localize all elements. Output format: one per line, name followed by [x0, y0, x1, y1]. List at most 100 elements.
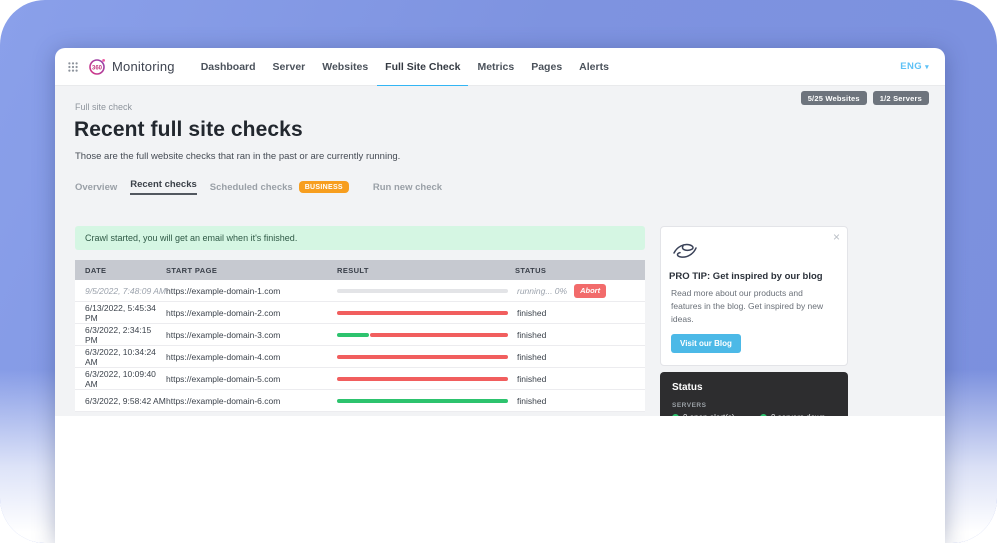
progress-segment	[337, 377, 508, 381]
status-groups: SERVERS0 open alert(s)0 servers downWEBS…	[672, 402, 836, 416]
status-item: 0 servers down	[760, 413, 836, 416]
row-date: 6/3/2022, 9:58:42 AM	[75, 396, 166, 406]
language-selector[interactable]: ENG ▾	[900, 61, 929, 72]
content-area: 5/25 Websites 1/2 Servers Full site chec…	[55, 86, 945, 416]
app-window: 360 Monitoring Dashboard Server Websites Fu…	[55, 48, 945, 543]
table-row: 6/3/2022, 9:58:42 AMhttps://example-doma…	[75, 390, 645, 412]
success-notification: Crawl started, you will get an email whe…	[75, 226, 645, 250]
row-result	[337, 311, 515, 315]
row-result	[337, 377, 515, 381]
svg-text:360: 360	[92, 65, 103, 71]
column-header-date: DATE	[75, 266, 166, 275]
progress-segment	[337, 355, 508, 359]
row-status-text: finished	[517, 330, 546, 340]
table-row: 6/3/2022, 10:09:40 AMhttps://example-dom…	[75, 368, 645, 390]
page-subtitle: Those are the full website checks that r…	[75, 151, 945, 162]
pro-tip-card: × PRO TIP: Get inspired by our blog Read…	[660, 226, 848, 366]
green-status-dot-icon	[672, 414, 679, 416]
nav-item-dashboard[interactable]: Dashboard	[201, 48, 256, 86]
status-card-title: Status	[672, 382, 836, 393]
progress-bar	[337, 399, 508, 403]
row-start-page[interactable]: https://example-domain-4.com	[166, 352, 337, 362]
row-date: 6/3/2022, 10:34:24 AM	[75, 347, 166, 367]
column-header-result: RESULT	[337, 266, 515, 275]
row-result	[337, 355, 515, 359]
progress-bar	[337, 333, 508, 337]
row-status-text: finished	[517, 308, 546, 318]
nav-item-metrics[interactable]: Metrics	[477, 48, 514, 86]
row-status: finished	[515, 396, 645, 406]
business-badge: BUSINESS	[299, 181, 349, 193]
progress-segment	[337, 399, 508, 403]
page-title: Recent full site checks	[74, 118, 945, 142]
nav-item-pages[interactable]: Pages	[531, 48, 562, 86]
row-status-text: finished	[517, 396, 546, 406]
status-item-text: 0 servers down	[771, 413, 825, 416]
row-result	[337, 289, 515, 293]
table-row: 6/13/2022, 5:45:34 PMhttps://example-dom…	[75, 302, 645, 324]
row-status: finished	[515, 352, 645, 362]
nav-item-full-site-check[interactable]: Full Site Check	[385, 48, 460, 86]
close-icon[interactable]: ×	[833, 230, 840, 244]
brand-name: Monitoring	[112, 59, 175, 74]
green-status-dot-icon	[760, 414, 767, 416]
table-row: 6/3/2022, 10:34:24 AMhttps://example-dom…	[75, 346, 645, 368]
row-status: finished	[515, 374, 645, 384]
progress-bar	[337, 311, 508, 315]
status-item: 0 open alert(s)	[672, 413, 760, 416]
top-navbar: 360 Monitoring Dashboard Server Websites Fu…	[55, 48, 945, 86]
row-result	[337, 399, 515, 403]
app-launcher-grid-icon[interactable]	[68, 62, 78, 72]
progress-bar	[337, 355, 508, 359]
chevron-down-icon: ▾	[925, 63, 929, 71]
row-status: finished	[515, 330, 645, 340]
row-start-page[interactable]: https://example-domain-6.com	[166, 396, 337, 406]
visit-blog-button[interactable]: Visit our Blog	[671, 334, 741, 353]
row-status-text: running... 0%	[517, 286, 567, 296]
language-label: ENG	[900, 61, 922, 72]
pro-tip-body: Read more about our products and feature…	[669, 287, 835, 325]
status-item-text: 0 open alert(s)	[683, 413, 735, 416]
usage-badges: 5/25 Websites 1/2 Servers	[801, 91, 929, 105]
table-row: 6/3/2022, 2:34:15 PMhttps://example-doma…	[75, 324, 645, 346]
progress-segment	[337, 333, 369, 337]
side-panel: × PRO TIP: Get inspired by our blog Read…	[660, 226, 848, 416]
row-status: running... 0% Abort	[515, 284, 645, 298]
table-header: DATE START PAGE RESULT STATUS	[75, 260, 645, 280]
progress-bar	[337, 377, 508, 381]
row-start-page[interactable]: https://example-domain-5.com	[166, 374, 337, 384]
tab-bar: Overview Recent checks Scheduled checks …	[75, 179, 945, 195]
tab-overview[interactable]: Overview	[75, 182, 117, 193]
servers-usage-badge: 1/2 Servers	[873, 91, 929, 105]
pro-tip-title: PRO TIP: Get inspired by our blog	[669, 271, 835, 282]
row-status: finished	[515, 308, 645, 318]
brand-logo[interactable]: 360 Monitoring	[88, 57, 175, 76]
progress-bar	[337, 289, 508, 293]
row-date: 6/3/2022, 10:09:40 AM	[75, 369, 166, 389]
status-items-servers: 0 open alert(s) 0 servers down	[672, 413, 836, 416]
nav-item-alerts[interactable]: Alerts	[579, 48, 609, 86]
progress-segment	[370, 333, 508, 337]
status-card: Status SERVERS 0 open alert(s) 0 servers d…	[660, 372, 848, 416]
nav-item-websites[interactable]: Websites	[322, 48, 368, 86]
logo-360-icon: 360	[88, 57, 107, 76]
websites-usage-badge: 5/25 Websites	[801, 91, 867, 105]
screenshot-canvas: 360 Monitoring Dashboard Server Websites Fu…	[0, 0, 997, 543]
tab-run-new-check[interactable]: Run new check	[373, 182, 442, 193]
row-start-page[interactable]: https://example-domain-2.com	[166, 308, 337, 318]
nav-item-server[interactable]: Server	[273, 48, 306, 86]
table-row: 9/5/2022, 7:48:09 AMhttps://example-doma…	[75, 280, 645, 302]
checks-panel: Crawl started, you will get an email whe…	[75, 226, 645, 416]
row-date: 6/3/2022, 2:34:15 PM	[75, 325, 166, 345]
column-header-status: STATUS	[515, 266, 645, 275]
status-group-label-servers: SERVERS	[672, 402, 836, 409]
row-start-page[interactable]: https://example-domain-1.com	[166, 286, 337, 296]
table-body: 9/5/2022, 7:48:09 AMhttps://example-doma…	[75, 280, 645, 412]
progress-segment	[337, 289, 508, 293]
abort-button[interactable]: Abort	[574, 284, 606, 298]
columns: Crawl started, you will get an email whe…	[75, 226, 945, 416]
tab-scheduled-checks[interactable]: Scheduled checks	[210, 182, 293, 193]
tab-recent-checks[interactable]: Recent checks	[130, 179, 197, 195]
row-start-page[interactable]: https://example-domain-3.com	[166, 330, 337, 340]
column-header-start-page: START PAGE	[166, 266, 337, 275]
